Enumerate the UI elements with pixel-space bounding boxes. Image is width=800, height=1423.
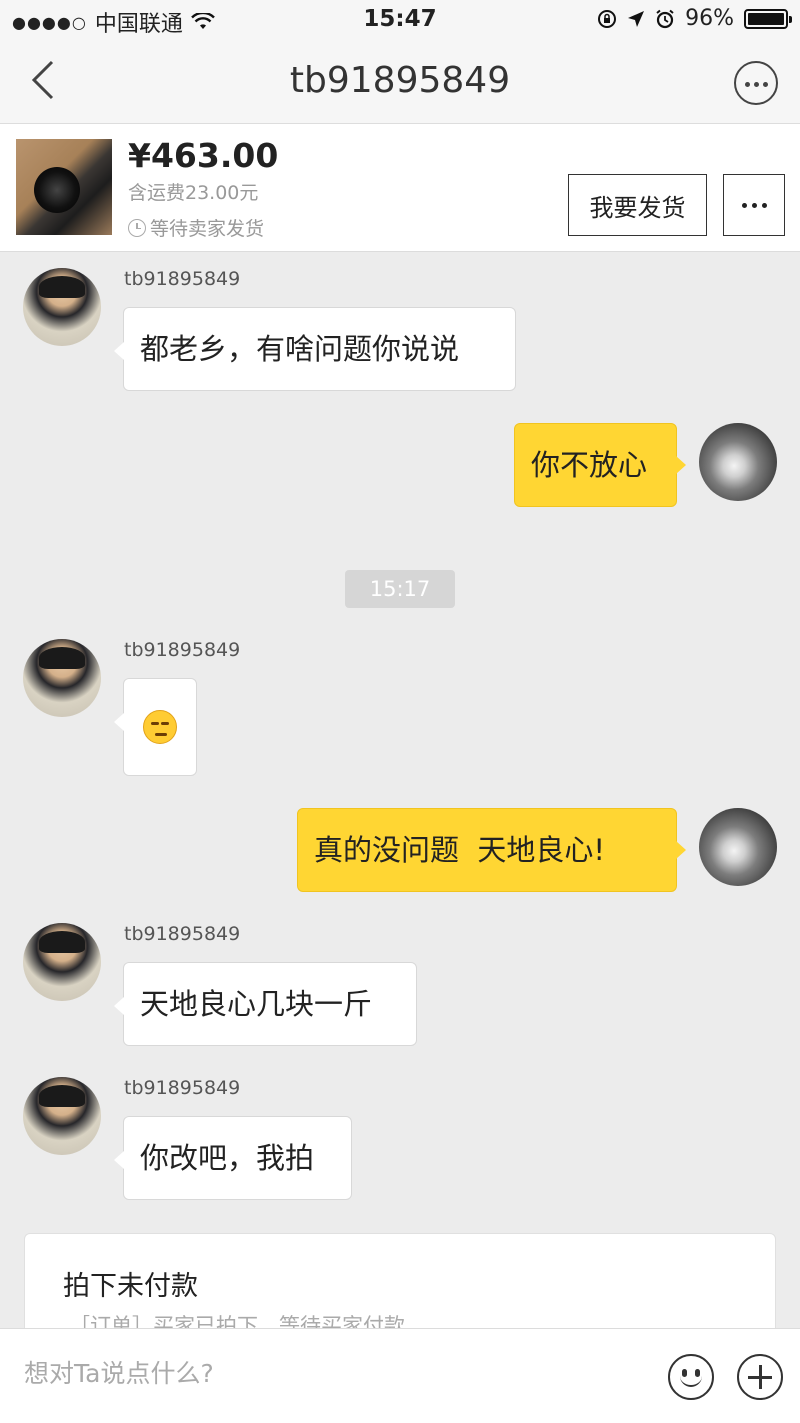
orientation-lock-icon <box>598 9 617 28</box>
shipping-fee: 含运费23.00元 <box>128 182 259 204</box>
sender-name: tb91895849 <box>124 639 241 661</box>
order-status-text: 等待卖家发货 <box>150 218 265 240</box>
battery-percent: 96% <box>685 6 734 31</box>
page-title: tb91895849 <box>289 60 511 101</box>
status-bar: ●●●●○ 中国联通 15:47 96% <box>0 0 800 40</box>
location-arrow-icon <box>628 10 645 27</box>
clock-icon <box>128 218 146 237</box>
outgoing-message-bubble[interactable]: 真的没问题 天地良心! <box>297 808 686 892</box>
order-card-title: 拍下未付款 <box>63 1271 198 1302</box>
nav-bar: tb91895849 <box>0 40 800 124</box>
product-thumbnail[interactable] <box>16 139 112 235</box>
status-right: 96% <box>597 6 792 31</box>
dot-icon <box>754 82 759 87</box>
product-price: ¥463.00 <box>128 136 279 175</box>
dot-icon <box>745 82 750 87</box>
plus-button[interactable] <box>737 1354 783 1400</box>
ship-button[interactable]: 我要发货 <box>568 174 707 236</box>
sender-avatar[interactable] <box>23 1077 101 1155</box>
sender-avatar[interactable] <box>23 268 101 346</box>
sender-name: tb91895849 <box>124 1077 241 1099</box>
product-more-button[interactable] <box>723 174 785 236</box>
product-card[interactable]: ¥463.00 含运费23.00元 等待卖家发货 我要发货 <box>0 124 800 252</box>
sender-name: tb91895849 <box>124 923 241 945</box>
sender-avatar[interactable] <box>23 639 101 717</box>
dot-icon <box>751 202 757 208</box>
dot-icon <box>763 82 768 87</box>
message-text: 真的没问题 天地良心! <box>314 832 606 867</box>
timestamp-badge: 15:17 <box>345 570 455 608</box>
smiley-icon-mouth <box>680 1373 702 1387</box>
sender-name: tb91895849 <box>124 268 241 290</box>
incoming-message-bubble[interactable]: 都老乡，有啥问题你说说 <box>114 307 516 391</box>
message-text: 你不放心 <box>531 447 648 482</box>
incoming-message-bubble[interactable]: 你改吧，我拍 <box>114 1116 352 1200</box>
self-avatar[interactable] <box>699 808 777 886</box>
unamused-face-emoji-icon <box>143 710 177 744</box>
incoming-message-bubble[interactable]: 天地良心几块一斤 <box>114 962 417 1046</box>
emoji-button[interactable] <box>668 1354 714 1400</box>
alarm-clock-icon <box>656 9 674 28</box>
message-text: 都老乡，有啥问题你说说 <box>140 331 460 366</box>
dot-icon <box>741 202 747 208</box>
message-text: 天地良心几块一斤 <box>140 986 373 1021</box>
incoming-emoji-bubble[interactable] <box>114 678 197 776</box>
message-text: 你改吧，我拍 <box>140 1140 315 1175</box>
more-options-button[interactable] <box>734 61 778 105</box>
camera-lens-image <box>34 167 80 213</box>
message-input[interactable] <box>24 1359 624 1388</box>
dot-icon <box>761 202 767 208</box>
self-avatar[interactable] <box>699 423 777 501</box>
message-input-bar <box>0 1328 800 1423</box>
battery-icon <box>744 8 792 29</box>
order-status: 等待卖家发货 <box>128 214 264 241</box>
outgoing-message-bubble[interactable]: 你不放心 <box>514 423 686 507</box>
sender-avatar[interactable] <box>23 923 101 1001</box>
